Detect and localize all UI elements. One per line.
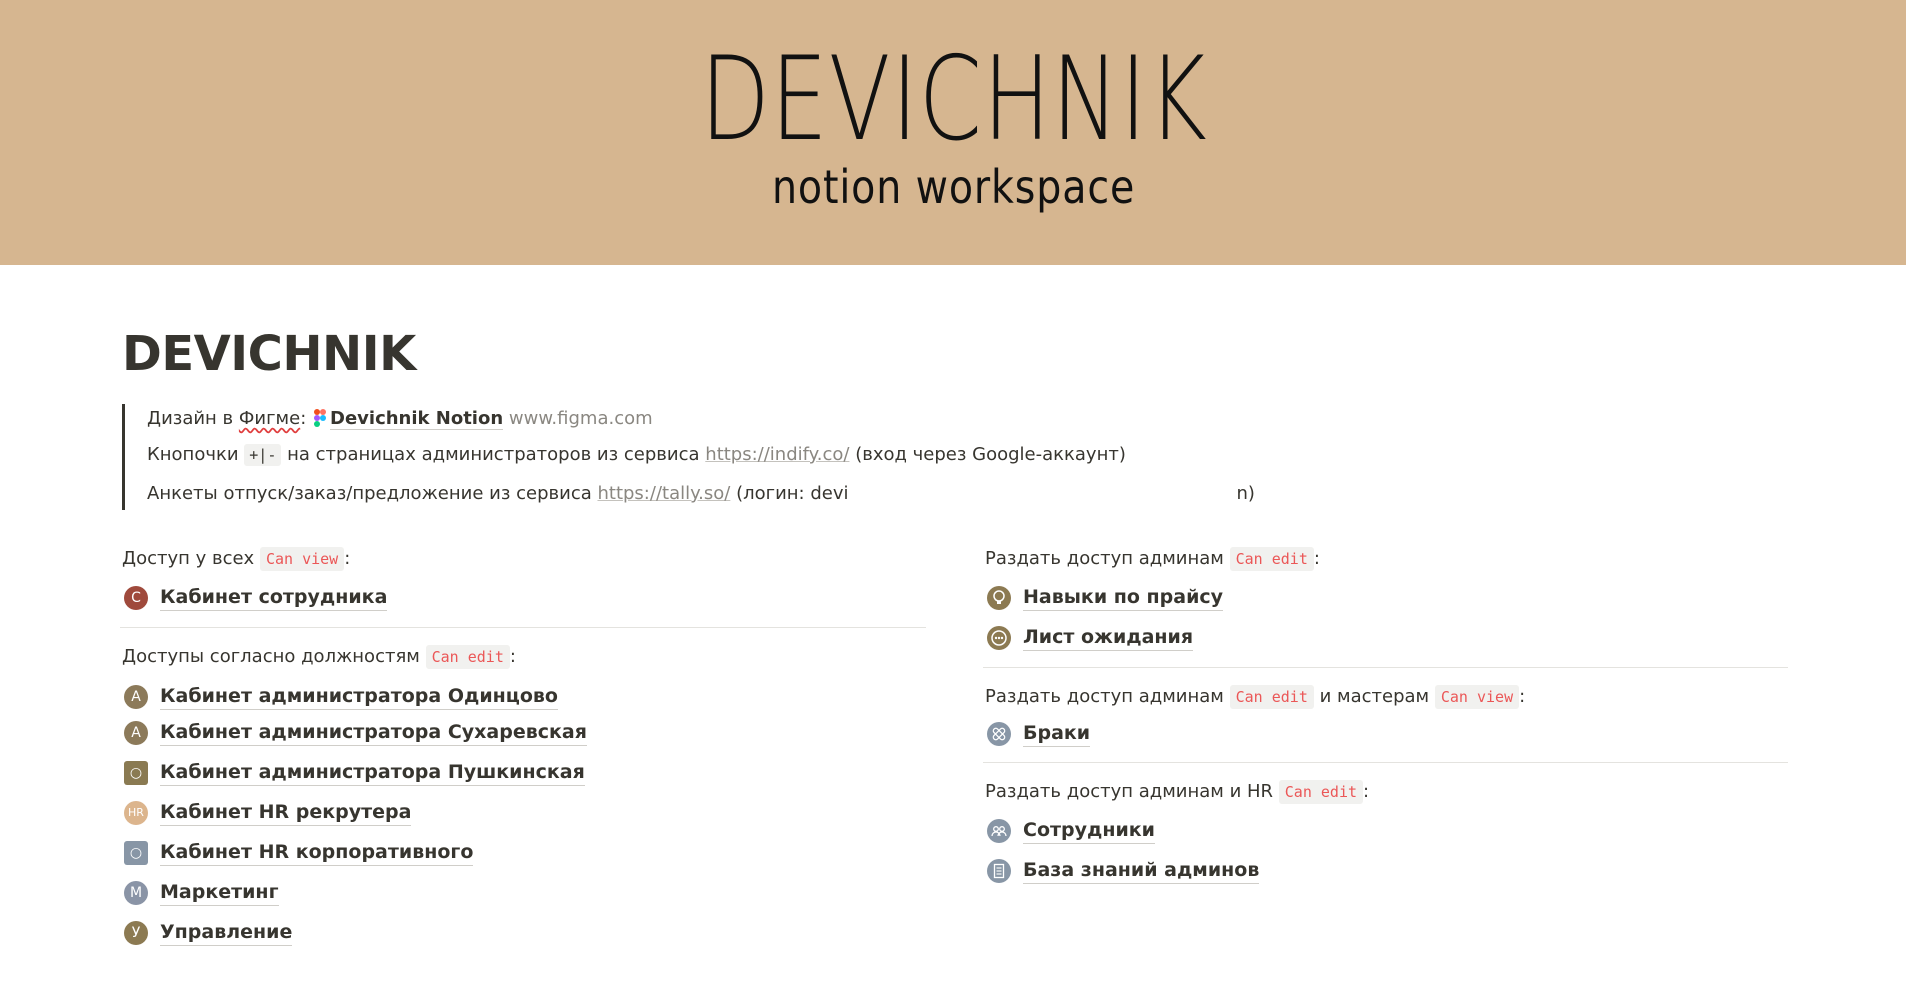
divider [983,667,1788,668]
figma-link-title[interactable]: Devichnik Notion [330,408,504,430]
login-prefix: (логин: devi [736,483,849,504]
figma-word: Фигме [238,408,301,429]
item-label[interactable]: Кабинет администратора Сухаревская [160,719,587,746]
forms-prefix: Анкеты отпуск/заказ/предложение из серви… [147,483,592,504]
figma-icon [314,409,327,427]
buttons-suffix: (вход через Google-аккаунт) [855,444,1126,465]
section-admin-hr-access: Раздать доступ админам и HR Can edit: [985,780,1370,804]
item-label[interactable]: Кабинет администратора Одинцово [160,683,558,710]
employee-cabinet-icon: С [124,586,148,610]
section-all-access: Доступ у всех Can view: [122,547,351,571]
item-label[interactable]: Навыки по прайсу [1023,584,1224,611]
cover-title: DEVICHNIK [700,32,1208,167]
item-label[interactable]: Лист ожидания [1023,624,1194,651]
section-label: Доступы согласно должностям [122,646,420,667]
tally-link[interactable]: https://tally.so/ [597,483,730,504]
colon: : [1519,686,1526,707]
quote-line-figma: Дизайн в Фигме: Devichnik Notion www.fig… [147,408,653,430]
dots-icon [987,626,1011,650]
lightbulb-icon [987,586,1011,610]
quote-block: Дизайн в Фигме: Devichnik Notion www.fig… [122,404,1302,510]
section-role-access: Доступы согласно должностям Can edit: [122,645,516,669]
colon: : [344,548,351,569]
colon: : [1313,548,1320,569]
item-label[interactable]: Маркетинг [160,879,279,906]
admin-odintsovo-icon: А [124,685,148,709]
figma-domain: www.figma.com [508,408,653,429]
management-icon: У [124,921,148,945]
item-label[interactable]: Управление [160,919,293,946]
item-label[interactable]: База знаний админов [1023,857,1260,884]
hr-corporate-icon: ○ [124,841,148,865]
can-edit-badge: Can edit [1278,780,1364,804]
people-icon [987,819,1011,843]
item-label[interactable]: Кабинет HR корпоративного [160,839,474,866]
can-view-badge: Can view [1434,685,1520,709]
section-middle: и мастерам [1319,686,1430,707]
bandage-icon [987,722,1011,746]
hr-recruiter-icon: HR [124,801,148,825]
divider [120,627,926,628]
item-label[interactable]: Кабинет сотрудника [160,584,388,611]
section-label: Раздать доступ админам и HR [985,781,1274,802]
item-label[interactable]: Сотрудники [1023,817,1155,844]
section-label: Доступ у всех [122,548,255,569]
section-admin-access: Раздать доступ админам Can edit: [985,547,1320,571]
divider [983,762,1788,763]
section-admin-master-access: Раздать доступ админам Can edit и мастер… [985,685,1526,709]
can-view-badge: Can view [259,547,345,571]
plus-minus-code: +|- [244,444,282,466]
can-edit-badge: Can edit [425,645,510,669]
can-edit-badge: Can edit [1229,547,1314,571]
quote-line-buttons: Кнопочки +|- на страницах администраторо… [147,444,1126,466]
admin-sukharevskaya-icon: А [124,721,148,745]
item-label[interactable]: Кабинет администратора Пушкинская [160,759,585,786]
redacted-area [848,483,1237,503]
colon: : [509,646,516,667]
document-icon [987,859,1011,883]
indify-link[interactable]: https://indify.co/ [705,444,849,465]
login-suffix: n) [1236,483,1255,504]
colon: : [300,408,307,429]
quote-line-forms: Анкеты отпуск/заказ/предложение из серви… [147,483,1255,504]
buttons-prefix: Кнопочки [147,444,239,465]
colon: : [1363,781,1370,802]
item-label[interactable]: Браки [1023,720,1091,747]
figma-prefix: Дизайн в [147,408,239,429]
buttons-middle: на страницах администраторов из сервиса [287,444,700,465]
cover-banner: DEVICHNIK notion workspace [0,0,1906,265]
section-label: Раздать доступ админам [985,548,1224,569]
can-edit-badge: Can edit [1229,685,1314,709]
admin-pushkinskaya-icon: ○ [124,761,148,785]
section-label: Раздать доступ админам [985,686,1224,707]
page-title: DEVICHNIK [122,326,416,382]
figma-bookmark-link[interactable]: Devichnik Notion www.figma.com [312,408,653,430]
marketing-icon: М [124,881,148,905]
cover-subtitle: notion workspace [771,160,1136,214]
item-label[interactable]: Кабинет HR рекрутера [160,799,412,826]
